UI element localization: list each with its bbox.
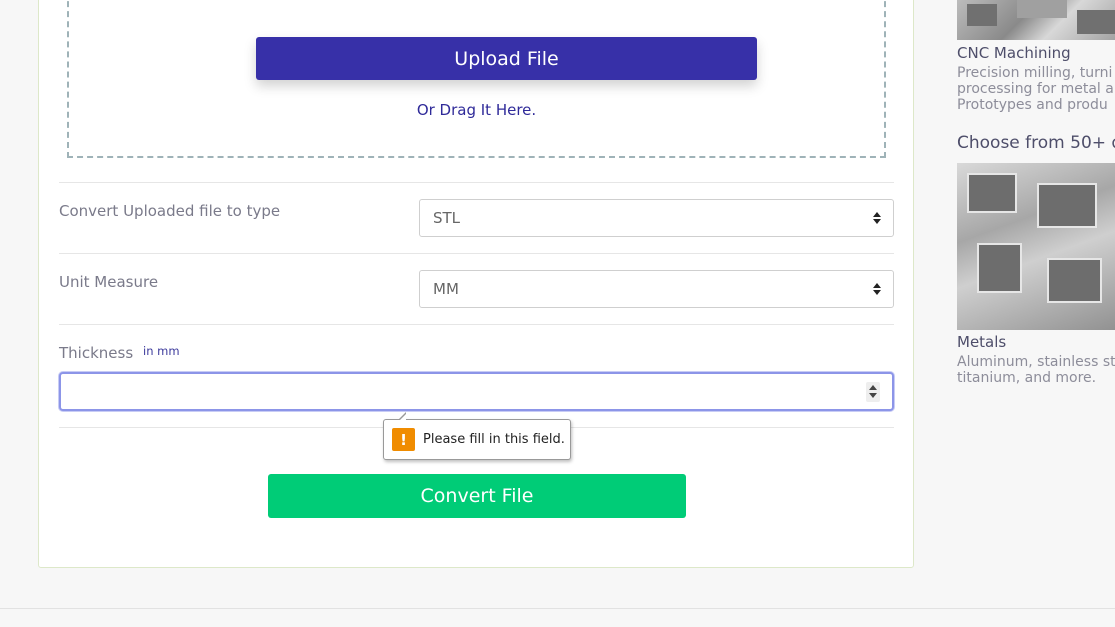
- metals-desc-line-1: Aluminum, stainless st: [957, 354, 1115, 370]
- warning-icon: !: [392, 428, 415, 451]
- cnc-machining-title[interactable]: CNC Machining: [957, 44, 1071, 62]
- divider: [59, 182, 894, 183]
- converter-card: Upload File Or Drag It Here. Convert Upl…: [38, 0, 914, 568]
- upload-file-button[interactable]: Upload File: [256, 37, 757, 80]
- footer-divider: [0, 608, 1115, 609]
- chevron-up-down-icon: [873, 282, 881, 296]
- unit-measure-label: Unit Measure: [59, 273, 159, 291]
- validation-message: Please fill in this field.: [423, 432, 565, 447]
- cnc-desc-line-2: processing for metal a: [957, 81, 1114, 97]
- thickness-unit-hint: in mm: [143, 344, 180, 358]
- convert-type-label: Convert Uploaded file to type: [59, 202, 281, 220]
- metals-desc-line-2: titanium, and more.: [957, 370, 1097, 386]
- thickness-input[interactable]: [59, 372, 894, 411]
- thickness-label: Thickness: [59, 344, 134, 362]
- convert-type-value: STL: [433, 209, 461, 227]
- drag-here-text: Or Drag It Here.: [416, 101, 537, 119]
- cnc-desc-line-1: Precision milling, turni: [957, 65, 1113, 81]
- metals-image[interactable]: [957, 163, 1115, 330]
- cnc-machining-image: [957, 0, 1115, 40]
- divider: [59, 253, 894, 254]
- spinner-icon[interactable]: [866, 382, 880, 402]
- unit-measure-value: MM: [433, 280, 459, 298]
- unit-measure-select[interactable]: MM: [419, 270, 894, 308]
- divider: [59, 324, 894, 325]
- cnc-desc-line-3: Prototypes and produ: [957, 97, 1108, 113]
- materials-heading: Choose from 50+ q: [957, 133, 1115, 153]
- sidebar: CNC Machining Precision milling, turni p…: [957, 0, 1115, 627]
- convert-type-select[interactable]: STL: [419, 199, 894, 237]
- metals-title[interactable]: Metals: [957, 333, 1006, 351]
- file-dropzone[interactable]: Upload File Or Drag It Here.: [67, 0, 886, 158]
- convert-file-button[interactable]: Convert File: [268, 474, 686, 518]
- validation-tooltip: ! Please fill in this field.: [383, 412, 571, 460]
- chevron-up-down-icon: [873, 211, 881, 225]
